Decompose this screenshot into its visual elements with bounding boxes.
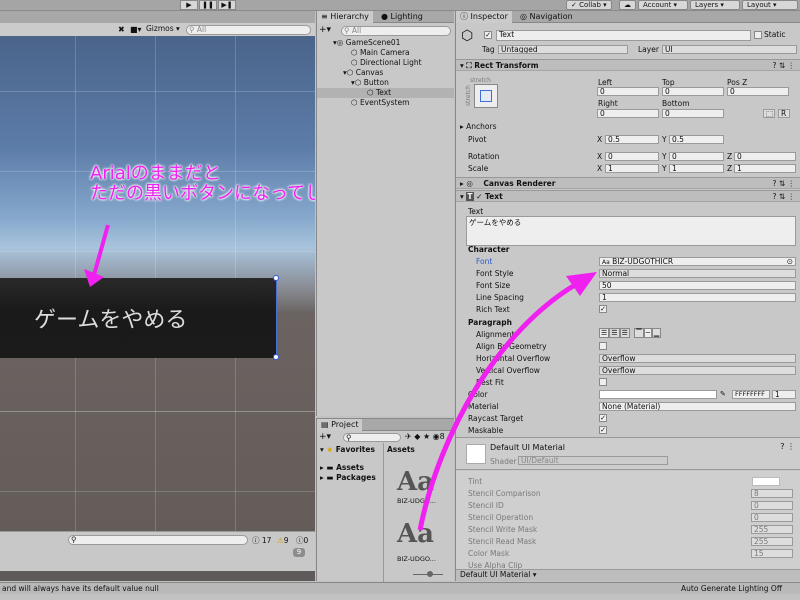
annotation-arrow-curve [417, 272, 597, 531]
unity-editor: ▶ ❚❚ ▶❚ ✓ Collab ▾ ☁ Account ▾ Layers ▾ … [0, 0, 800, 600]
